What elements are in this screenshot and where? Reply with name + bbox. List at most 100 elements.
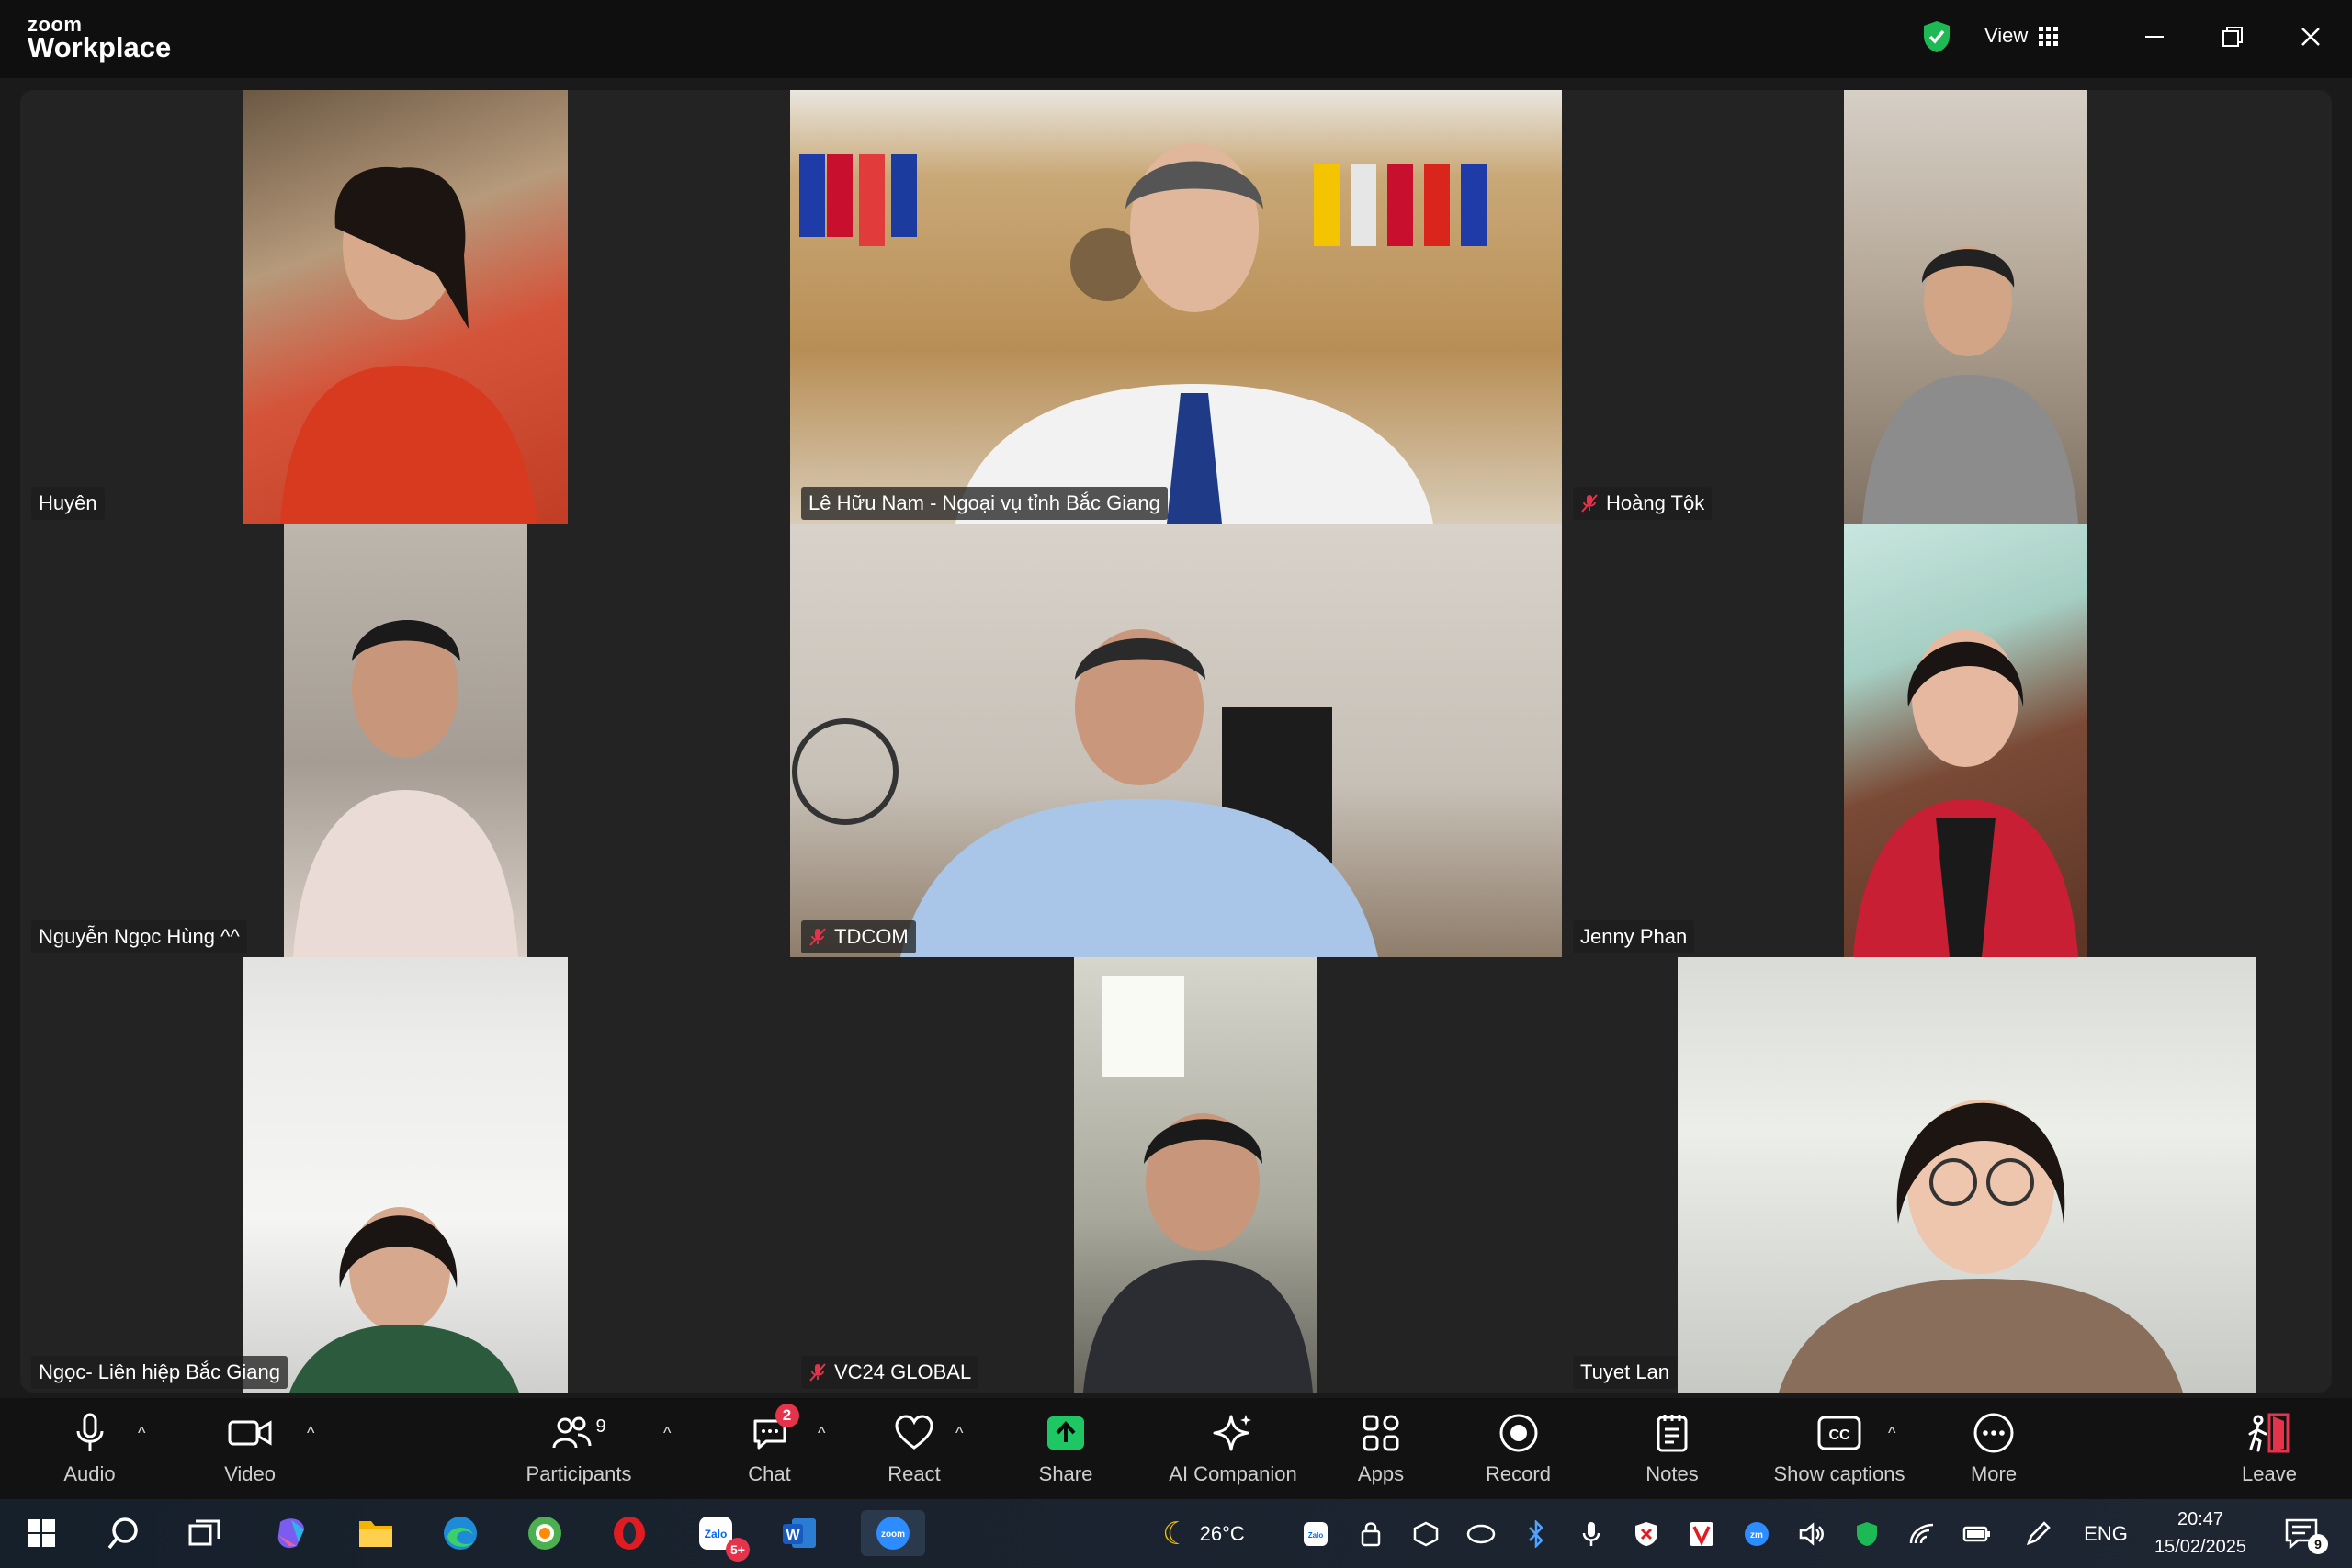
notes-icon	[1650, 1411, 1694, 1455]
minimize-icon[interactable]	[2136, 18, 2173, 55]
edge-browser-icon[interactable]	[437, 1510, 483, 1556]
svg-text:zm: zm	[1750, 1530, 1763, 1540]
participant-video	[284, 524, 527, 957]
cloud-tray-icon[interactable]	[1463, 1517, 1499, 1551]
zoom-tray-icon[interactable]: zm	[1738, 1517, 1775, 1551]
zoom-app-icon[interactable]: zoom	[861, 1510, 925, 1556]
vpn-tray-icon[interactable]	[1352, 1517, 1389, 1551]
svg-text:Zalo: Zalo	[705, 1528, 728, 1540]
copilot-icon[interactable]	[268, 1510, 314, 1556]
participant-tile[interactable]: VC24 GLOBAL	[790, 957, 1562, 1393]
defender-shield-icon[interactable]	[1849, 1517, 1885, 1551]
coccoc-browser-icon[interactable]	[522, 1510, 568, 1556]
battery-icon[interactable]	[1959, 1517, 1996, 1551]
person-silhouette-icon	[1862, 246, 2078, 524]
chat-bubble-icon: 2	[748, 1404, 799, 1455]
participant-tile[interactable]: Ngọc- Liên hiệp Bắc Giang	[20, 957, 790, 1393]
audio-button[interactable]: Audio	[55, 1398, 124, 1499]
weather-temperature: 26°C	[1199, 1522, 1245, 1545]
security-tray-icon[interactable]	[1628, 1517, 1665, 1551]
close-icon[interactable]	[2292, 18, 2329, 55]
participant-video	[790, 524, 1562, 957]
video-options-chevron-icon[interactable]: ^	[307, 1424, 314, 1443]
view-button[interactable]: View	[1984, 24, 2059, 48]
sparkle-icon	[1211, 1411, 1255, 1455]
participant-tile[interactable]: Nguyễn Ngọc Hùng ^^	[20, 524, 790, 957]
person-silhouette-icon	[1779, 1100, 2183, 1393]
share-button[interactable]: Share	[1029, 1398, 1102, 1499]
ai-companion-button[interactable]: AI Companion	[1159, 1398, 1306, 1499]
more-button[interactable]: More	[1957, 1398, 2030, 1499]
wifi-icon[interactable]	[1904, 1517, 1940, 1551]
apps-button[interactable]: Apps	[1345, 1398, 1417, 1499]
participant-tile[interactable]: Jenny Phan	[1562, 524, 2332, 957]
svg-text:CC: CC	[1828, 1427, 1850, 1443]
participant-name-label: Huyên	[31, 487, 105, 520]
mic-muted-icon	[1581, 494, 1598, 513]
participant-video	[243, 957, 568, 1393]
show-captions-button[interactable]: CC Show captions	[1766, 1398, 1913, 1499]
participant-video	[243, 90, 568, 524]
clock-date: 15/02/2025	[2154, 1537, 2247, 1557]
restore-icon[interactable]	[2214, 18, 2251, 55]
input-language[interactable]: ENG	[2078, 1517, 2133, 1551]
notifications-icon[interactable]: 9	[2278, 1510, 2328, 1556]
zalo-tray-icon[interactable]: Zalo	[1297, 1517, 1334, 1551]
package-tray-icon[interactable]	[1408, 1517, 1444, 1551]
task-view-icon[interactable]	[182, 1510, 228, 1556]
participant-tile[interactable]: Tuyet Lan	[1562, 957, 2332, 1393]
participant-video	[790, 90, 1562, 524]
participant-tile[interactable]: Hoàng Tộk	[1562, 90, 2332, 524]
participants-icon: 9	[537, 1411, 620, 1455]
participant-video	[1844, 524, 2087, 957]
participants-button[interactable]: 9 Participants	[514, 1398, 643, 1499]
chat-button[interactable]: 2 Chat	[735, 1398, 804, 1499]
zalo-unread-badge: 5+	[726, 1538, 750, 1562]
weather-widget[interactable]: ☾ 26°C	[1144, 1517, 1263, 1551]
meeting-toolbar: Audio ^ Video ^ 9 Participants ^ 2 Chat …	[0, 1398, 2352, 1499]
chat-options-chevron-icon[interactable]: ^	[818, 1424, 825, 1443]
participant-tile-active-speaker[interactable]: Lê Hữu Nam - Ngoại vụ tỉnh Bắc Giang	[790, 90, 1562, 524]
bluetooth-icon[interactable]	[1518, 1517, 1555, 1551]
volume-icon[interactable]	[1793, 1517, 1830, 1551]
participant-tile[interactable]: Huyên	[20, 90, 790, 524]
share-screen-icon	[1044, 1411, 1088, 1455]
svg-text:Zalo: Zalo	[1308, 1531, 1324, 1540]
word-icon[interactable]: W	[776, 1510, 822, 1556]
leave-door-icon	[2247, 1411, 2291, 1455]
react-button[interactable]: React	[877, 1398, 951, 1499]
view-label: View	[1984, 24, 2029, 47]
microphone-tray-icon[interactable]	[1573, 1517, 1610, 1551]
windows-start-icon[interactable]	[18, 1510, 64, 1556]
video-camera-icon	[228, 1411, 272, 1455]
captions-options-chevron-icon[interactable]: ^	[1888, 1424, 1895, 1443]
audio-options-chevron-icon[interactable]: ^	[138, 1424, 145, 1443]
notes-button[interactable]: Notes	[1635, 1398, 1709, 1499]
participants-options-chevron-icon[interactable]: ^	[663, 1424, 671, 1443]
opera-browser-icon[interactable]	[606, 1510, 652, 1556]
react-options-chevron-icon[interactable]: ^	[956, 1424, 963, 1443]
apps-icon	[1359, 1411, 1403, 1455]
person-silhouette-icon	[280, 166, 537, 524]
participant-tile[interactable]: TDCOM	[790, 524, 1562, 957]
participants-count: 9	[595, 1416, 606, 1437]
record-button[interactable]: Record	[1479, 1398, 1557, 1499]
leave-button[interactable]: Leave	[2233, 1398, 2306, 1499]
title-bar: zoom Workplace View	[0, 0, 2352, 78]
microphone-icon	[68, 1411, 112, 1455]
clock[interactable]: 20:47 15/02/2025	[2141, 1505, 2260, 1562]
encryption-shield-icon[interactable]	[1922, 20, 1951, 53]
vivaldi-tray-icon[interactable]	[1683, 1517, 1720, 1551]
mic-muted-icon	[809, 928, 826, 946]
pen-menu-icon[interactable]	[2019, 1517, 2056, 1551]
heart-icon	[892, 1411, 936, 1455]
notification-count-badge: 9	[2308, 1534, 2328, 1554]
zalo-icon[interactable]: Zalo 5+	[693, 1510, 750, 1562]
participant-video	[1074, 957, 1317, 1393]
file-explorer-icon[interactable]	[353, 1510, 399, 1556]
record-icon	[1497, 1411, 1541, 1455]
workplace-logo-text: Workplace	[28, 31, 172, 63]
video-button[interactable]: Video	[213, 1398, 287, 1499]
search-icon[interactable]	[101, 1510, 147, 1556]
participant-name-label: Nguyễn Ngọc Hùng ^^	[31, 920, 247, 953]
